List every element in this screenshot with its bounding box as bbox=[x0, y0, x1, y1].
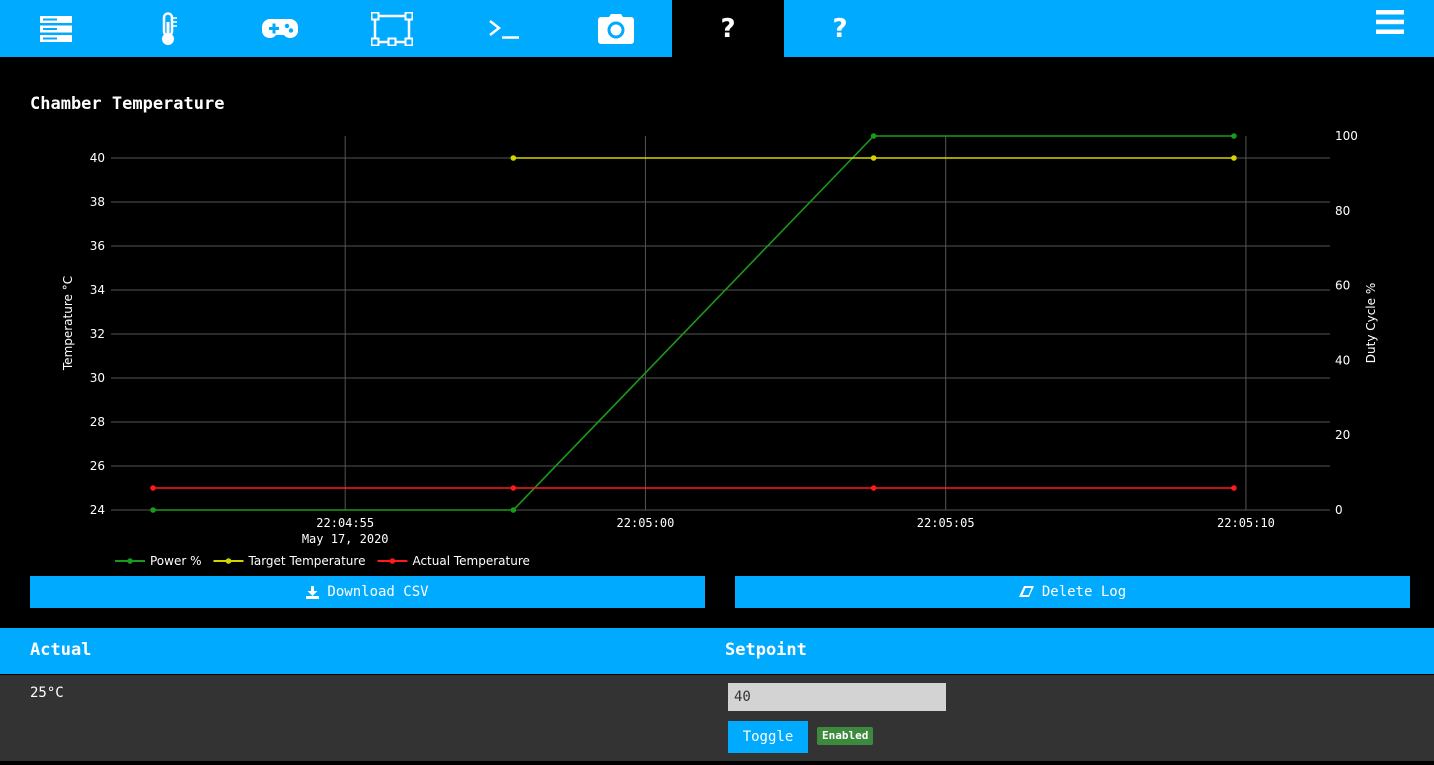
tab-help[interactable]: ? bbox=[784, 0, 896, 57]
delete-log-button[interactable]: Delete Log bbox=[735, 576, 1410, 608]
setpoint-input[interactable] bbox=[728, 683, 946, 711]
chart-title: Chamber Temperature bbox=[30, 94, 225, 114]
camera-icon bbox=[598, 13, 634, 44]
x-tick-label: 22:05:00 bbox=[617, 516, 675, 530]
legend-label-power: Power % bbox=[150, 554, 202, 568]
setpoint-heading: Setpoint bbox=[725, 640, 807, 660]
actual-temperature-point bbox=[150, 485, 156, 491]
target-temperature-point bbox=[870, 155, 877, 161]
target-temperature-point bbox=[510, 155, 517, 161]
x-tick-label: 22:05:10 bbox=[1217, 516, 1275, 530]
y-tick-label: 34 bbox=[90, 283, 105, 297]
gamepad-icon bbox=[262, 18, 298, 38]
x-tick-label: 22:04:55 bbox=[316, 516, 374, 530]
x-tick-date-label: May 17, 2020 bbox=[302, 532, 389, 546]
y-tick-label: 36 bbox=[90, 239, 105, 253]
x-tick-label: 22:05:05 bbox=[917, 516, 975, 530]
tab-server[interactable] bbox=[0, 0, 112, 57]
tab-thermometer[interactable] bbox=[112, 0, 224, 57]
enabled-status-badge: Enabled bbox=[817, 727, 874, 745]
y2-tick-label: 60 bbox=[1335, 279, 1350, 293]
y-tick-label: 26 bbox=[90, 459, 105, 473]
download-csv-button[interactable]: Download CSV bbox=[30, 576, 705, 608]
thermometer-icon bbox=[162, 11, 177, 45]
y2-tick-label: 80 bbox=[1335, 204, 1350, 218]
y2-tick-label: 20 bbox=[1335, 428, 1350, 442]
actual-temperature-point bbox=[510, 485, 517, 491]
tab-gamepad[interactable] bbox=[224, 0, 336, 57]
y2-tick-label: 0 bbox=[1335, 503, 1343, 517]
y2-tick-label: 40 bbox=[1335, 353, 1350, 367]
tab-bounding-box[interactable] bbox=[336, 0, 448, 57]
power-line bbox=[153, 135, 1234, 511]
power-point bbox=[870, 133, 877, 139]
download-csv-label: Download CSV bbox=[327, 584, 429, 600]
y-tick-label: 30 bbox=[90, 371, 105, 385]
toggle-button[interactable]: Toggle bbox=[728, 721, 808, 753]
y-tick-label: 24 bbox=[90, 503, 105, 517]
legend-label-target-temperature: Target Temperature bbox=[248, 554, 366, 568]
temperature-chart[interactable]: 40 38 36 34 32 30 28 26 24 100 80 60 40 20 0 22:04:55 Ma… bbox=[0, 120, 1434, 572]
delete-log-label: Delete Log bbox=[1041, 584, 1127, 600]
tab-camera[interactable] bbox=[560, 0, 672, 57]
question-icon: ? bbox=[832, 13, 848, 44]
actual-temperature-point bbox=[1231, 485, 1237, 491]
top-nav-bar: ? ? bbox=[0, 0, 1434, 57]
status-panel: 25°C Toggle Enabled bbox=[0, 675, 1434, 761]
terminal-icon bbox=[489, 19, 519, 39]
legend-marker-target-temperature bbox=[225, 558, 232, 564]
eraser-icon bbox=[1018, 586, 1034, 597]
server-icon bbox=[40, 15, 72, 42]
tab-terminal[interactable] bbox=[448, 0, 560, 57]
status-header: Actual Setpoint bbox=[0, 628, 1434, 674]
power-point bbox=[150, 507, 156, 513]
question-icon: ? bbox=[720, 13, 736, 44]
target-temperature-point bbox=[1231, 155, 1237, 161]
legend-label-actual-temperature: Actual Temperature bbox=[412, 554, 529, 568]
actual-temperature-value: 25°C bbox=[30, 685, 64, 701]
power-point bbox=[1231, 133, 1237, 139]
bounding-box-icon bbox=[371, 11, 413, 46]
download-icon bbox=[306, 585, 320, 599]
y2-tick-label: 100 bbox=[1335, 129, 1358, 143]
hamburger-menu-icon bbox=[1376, 10, 1404, 34]
y-tick-label: 32 bbox=[90, 327, 105, 341]
legend-marker-power bbox=[127, 558, 133, 564]
menu-button[interactable] bbox=[1368, 0, 1412, 44]
y-tick-label: 40 bbox=[90, 151, 105, 165]
tab-help-active[interactable]: ? bbox=[672, 0, 784, 57]
actual-heading: Actual bbox=[30, 640, 92, 660]
y-axis-title: Temperature °C bbox=[61, 276, 75, 371]
legend-marker-actual-temperature bbox=[389, 558, 396, 564]
y-tick-label: 38 bbox=[90, 195, 105, 209]
actual-temperature-point bbox=[870, 485, 877, 491]
y2-axis-title: Duty Cycle % bbox=[1364, 283, 1378, 363]
y-tick-label: 28 bbox=[90, 415, 105, 429]
power-point bbox=[510, 507, 517, 513]
